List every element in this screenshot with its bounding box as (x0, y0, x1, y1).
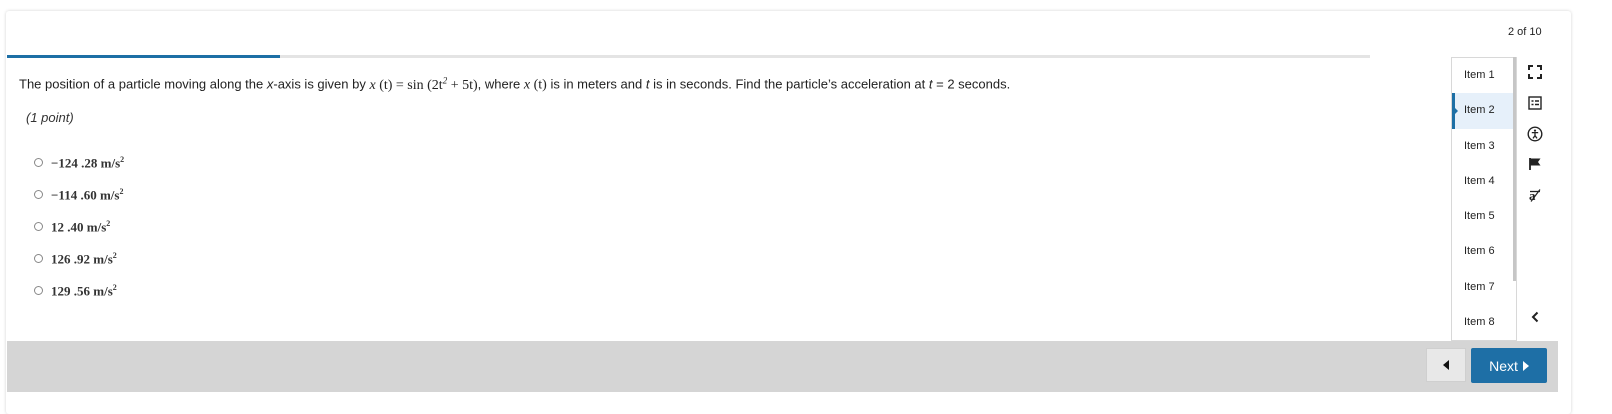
fullscreen-icon[interactable] (1526, 63, 1544, 81)
nav-item-6[interactable]: Item 6 (1452, 234, 1516, 269)
func-tail: + 5t) (447, 77, 478, 93)
notes-icon[interactable] (1526, 94, 1544, 112)
nav-item-2[interactable]: Item 2 (1452, 93, 1516, 129)
next-button-label: Next (1489, 357, 1518, 374)
func-open: (t) = (375, 77, 408, 93)
item-navigator: Item 1 Item 2 Item 3 Item 4 Item 5 Item … (1451, 57, 1517, 341)
question-mid2: , where (477, 76, 524, 92)
accessibility-icon[interactable] (1526, 125, 1544, 143)
nav-item-8[interactable]: Item 8 (1452, 305, 1516, 340)
point-value: (1 point) (26, 110, 74, 125)
nav-item-1[interactable]: Item 1 (1452, 58, 1516, 93)
nav-item-7[interactable]: Item 7 (1452, 270, 1516, 305)
previous-button[interactable] (1426, 348, 1466, 382)
radio-button[interactable] (34, 253, 43, 263)
answer-option[interactable]: −124 .28 m/s2 (34, 146, 124, 178)
answer-value: −114 .60 m/s (51, 187, 120, 203)
item-counter: 2 of 10 (1508, 26, 1542, 38)
func-sin: sin (407, 77, 424, 93)
radio-button[interactable] (34, 221, 43, 231)
nav-item-3[interactable]: Item 3 (1452, 129, 1516, 164)
nav-item-5[interactable]: Item 5 (1452, 199, 1516, 234)
question-mid4: is in seconds. Find the particle’s accel… (649, 76, 929, 92)
func-body: (2t (423, 77, 443, 93)
answer-label: 129 .56 m/s2 (51, 283, 117, 299)
tool-bar: a (1518, 57, 1552, 339)
progress-bar-fill (7, 55, 280, 58)
answer-value: 129 .56 m/s (51, 283, 113, 299)
item-list-scrollbar[interactable] (1513, 57, 1516, 281)
radio-button[interactable] (34, 157, 43, 167)
position-function: x (t) = sin (2t2 + 5t) (369, 75, 478, 93)
answer-label: −124 .28 m/s2 (51, 155, 124, 171)
next-button[interactable]: Next (1471, 348, 1547, 383)
answer-label: −114 .60 m/s2 (51, 187, 123, 203)
answer-value: 12 .40 m/s (51, 219, 107, 235)
text-size-icon[interactable]: a (1526, 186, 1544, 204)
radio-button[interactable] (34, 285, 43, 295)
answer-label: 126 .92 m/s2 (51, 251, 117, 267)
chevron-left-icon[interactable] (1526, 308, 1544, 326)
position-function-ref: x (t) (524, 78, 547, 93)
answer-label: 12 .40 m/s2 (51, 219, 110, 235)
question-mid3: is in meters and (546, 76, 646, 92)
question-prefix: The position of a particle moving along … (19, 76, 267, 92)
answer-exponent: 2 (112, 250, 117, 260)
answer-exponent: 2 (106, 218, 111, 228)
answer-exponent: 2 (112, 282, 117, 292)
progress-bar (7, 55, 1370, 58)
func2-arg: (t) (530, 77, 547, 93)
triangle-left-icon (1443, 360, 1449, 370)
radio-button[interactable] (34, 189, 43, 199)
question-suffix: = 2 seconds. (932, 76, 1011, 92)
question-text: The position of a particle moving along … (19, 75, 1010, 94)
answer-value: 126 .92 m/s (51, 251, 113, 267)
answer-option[interactable]: 129 .56 m/s2 (34, 274, 124, 306)
flag-icon[interactable] (1526, 155, 1544, 173)
answer-option[interactable]: −114 .60 m/s2 (34, 178, 124, 210)
answer-options: −124 .28 m/s2 −114 .60 m/s2 12 .40 m/s2 … (34, 146, 124, 306)
answer-option[interactable]: 126 .92 m/s2 (34, 242, 124, 274)
nav-item-4[interactable]: Item 4 (1452, 164, 1516, 199)
answer-exponent: 2 (119, 186, 124, 196)
footer-bar (7, 341, 1558, 392)
answer-value: −124 .28 m/s (51, 155, 121, 171)
answer-option[interactable]: 12 .40 m/s2 (34, 210, 124, 242)
triangle-right-icon (1522, 360, 1529, 371)
answer-exponent: 2 (120, 154, 125, 164)
question-mid1: -axis is given by (273, 76, 370, 92)
